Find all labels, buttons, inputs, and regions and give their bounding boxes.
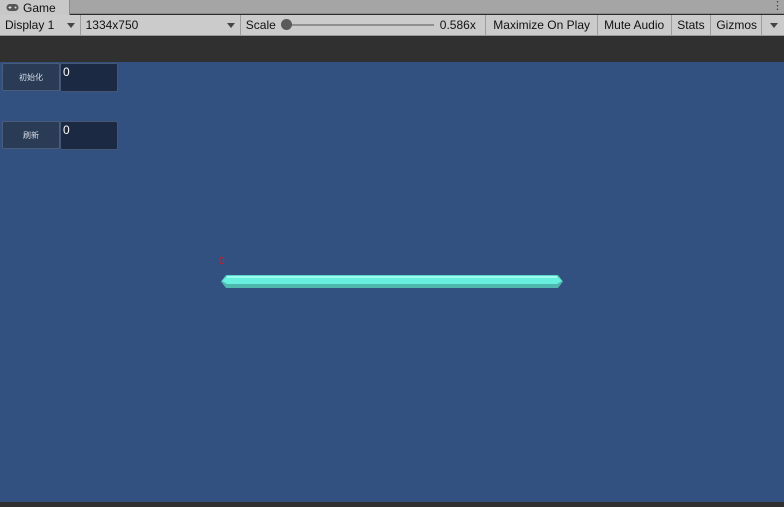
stats-toggle[interactable]: Stats xyxy=(672,15,712,35)
progress-bar xyxy=(221,275,563,288)
tab-game[interactable]: Game xyxy=(0,0,70,15)
unity-game-window: Game ⋮ Display 1 1334x750 Scale 0.586x M… xyxy=(0,0,784,507)
gizmos-label: Gizmos xyxy=(716,18,757,32)
scale-slider[interactable] xyxy=(280,19,434,30)
gizmos-toggle[interactable]: Gizmos xyxy=(711,14,784,36)
chevron-down-icon[interactable] xyxy=(770,22,778,28)
more-options-icon[interactable]: ⋮ xyxy=(772,0,783,14)
display-dropdown[interactable]: Display 1 xyxy=(0,15,81,35)
game-view-letterbox xyxy=(0,37,784,62)
chevron-down-icon xyxy=(66,22,75,28)
progress-value-label: 0 xyxy=(219,256,225,267)
scale-label: Scale xyxy=(245,18,276,32)
scale-control: Scale 0.586x xyxy=(241,15,487,35)
init-value-field[interactable]: 0 xyxy=(60,63,118,92)
gamepad-icon xyxy=(6,4,19,11)
bottom-border xyxy=(0,502,784,507)
resolution-label: 1334x750 xyxy=(85,18,139,32)
init-button[interactable]: 初始化 xyxy=(2,63,60,91)
maximize-on-play-toggle[interactable]: Maximize On Play xyxy=(486,15,598,35)
game-toolbar: Display 1 1334x750 Scale 0.586x Maximize… xyxy=(0,14,784,36)
tab-strip: Game ⋮ xyxy=(0,0,784,15)
tab-label: Game xyxy=(23,0,56,15)
resolution-dropdown[interactable]: 1334x750 xyxy=(81,15,241,35)
progress-bar-highlight xyxy=(227,276,557,278)
mute-audio-toggle[interactable]: Mute Audio xyxy=(598,15,672,35)
display-label: Display 1 xyxy=(5,18,55,32)
scale-value: 0.586x xyxy=(439,18,476,32)
toolbar-divider xyxy=(761,14,762,36)
chevron-down-icon xyxy=(226,22,235,28)
game-viewport: 初始化 0 刷新 0 0 xyxy=(0,62,784,502)
mute-audio-label: Mute Audio xyxy=(604,18,665,32)
refresh-value-field[interactable]: 0 xyxy=(60,121,118,150)
stats-label: Stats xyxy=(677,18,705,32)
refresh-button[interactable]: 刷新 xyxy=(2,121,60,149)
scale-slider-thumb[interactable] xyxy=(280,19,292,30)
maximize-on-play-label: Maximize On Play xyxy=(493,18,590,32)
